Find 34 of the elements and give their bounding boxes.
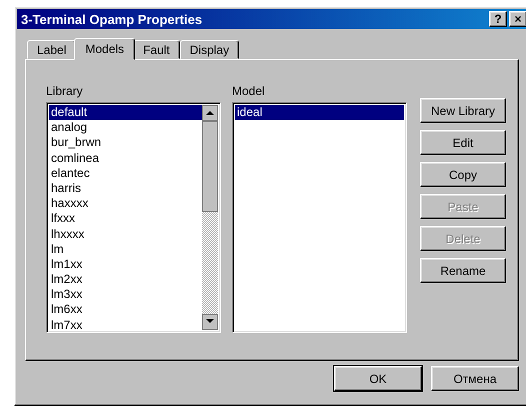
list-item[interactable]: lm2xx bbox=[49, 272, 202, 288]
list-item[interactable]: lm6xx bbox=[49, 302, 202, 318]
library-label: Library bbox=[46, 84, 84, 98]
list-item[interactable]: comlinea bbox=[49, 150, 202, 166]
model-label: Model bbox=[232, 84, 266, 98]
list-item[interactable]: lfxxx bbox=[49, 211, 202, 226]
tab[interactable]: Label bbox=[27, 40, 76, 59]
scrollbar[interactable] bbox=[202, 105, 218, 330]
list-item[interactable]: lm3xx bbox=[49, 287, 202, 302]
list-item[interactable]: lhxxxx bbox=[49, 226, 202, 242]
list-item[interactable]: bur_brwn bbox=[49, 135, 202, 151]
close-button[interactable]: × bbox=[509, 11, 526, 27]
tab[interactable]: Models bbox=[74, 38, 136, 60]
list-box[interactable]: ideal bbox=[232, 102, 407, 333]
action-button[interactable]: Copy bbox=[420, 162, 506, 187]
action-button[interactable]: Edit bbox=[420, 130, 506, 155]
list-item[interactable]: ideal bbox=[235, 105, 404, 120]
help-button[interactable]: ? bbox=[489, 11, 507, 27]
dialog-button[interactable]: Отмена bbox=[431, 366, 519, 391]
dialog-button[interactable]: OK bbox=[334, 366, 422, 391]
tab[interactable]: Display bbox=[180, 40, 240, 59]
list-item[interactable]: harris bbox=[49, 180, 202, 196]
action-button[interactable]: New Library bbox=[420, 98, 506, 123]
tab[interactable]: Fault bbox=[133, 40, 180, 59]
list-item[interactable]: default bbox=[49, 105, 202, 120]
list-item[interactable]: lm1xx bbox=[49, 256, 202, 272]
list-item[interactable]: lm7xx bbox=[49, 318, 202, 330]
list-item[interactable]: analog bbox=[49, 120, 202, 136]
window-title: 3-Terminal Opamp Properties bbox=[21, 12, 202, 26]
list-item[interactable]: haxxxx bbox=[49, 196, 202, 212]
action-button[interactable]: Rename bbox=[420, 258, 506, 283]
list-item[interactable]: elantec bbox=[49, 166, 202, 181]
list-box[interactable]: default analog bur_brwn comlinea elantec harris haxxxx lfxxx lhxxxx lm lm1xx lm2xx lm3xx lm6xx lm7xx bbox=[46, 102, 221, 333]
list-item[interactable]: lm bbox=[49, 242, 202, 257]
